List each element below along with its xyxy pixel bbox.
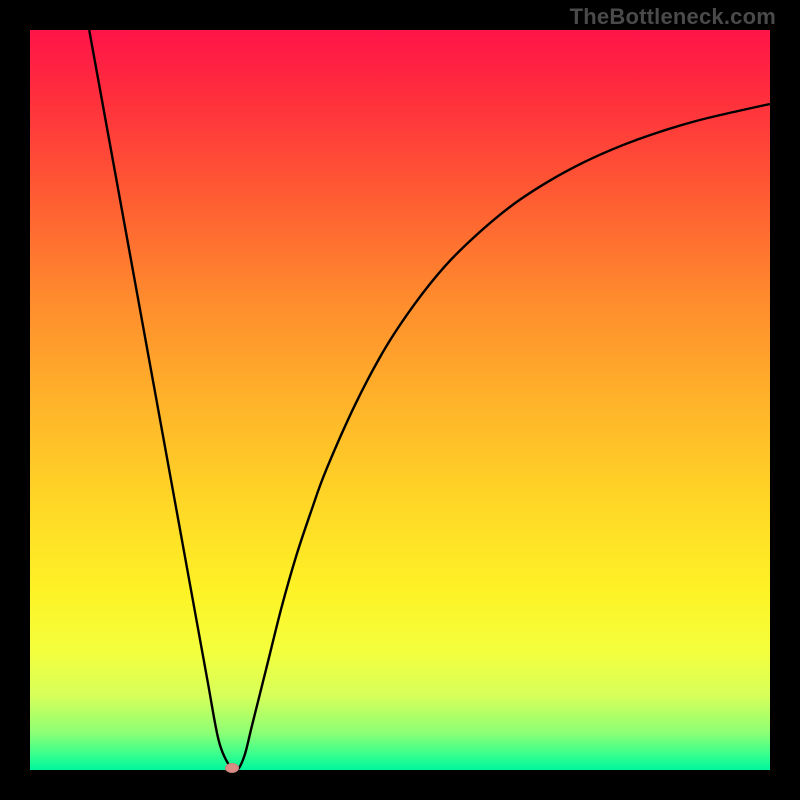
- watermark-text: TheBottleneck.com: [570, 4, 776, 30]
- chart-container: TheBottleneck.com: [0, 0, 800, 800]
- optimal-point-marker: [225, 763, 239, 773]
- bottleneck-curve-path: [89, 30, 770, 771]
- line-series: [30, 30, 770, 770]
- plot-area: [30, 30, 770, 770]
